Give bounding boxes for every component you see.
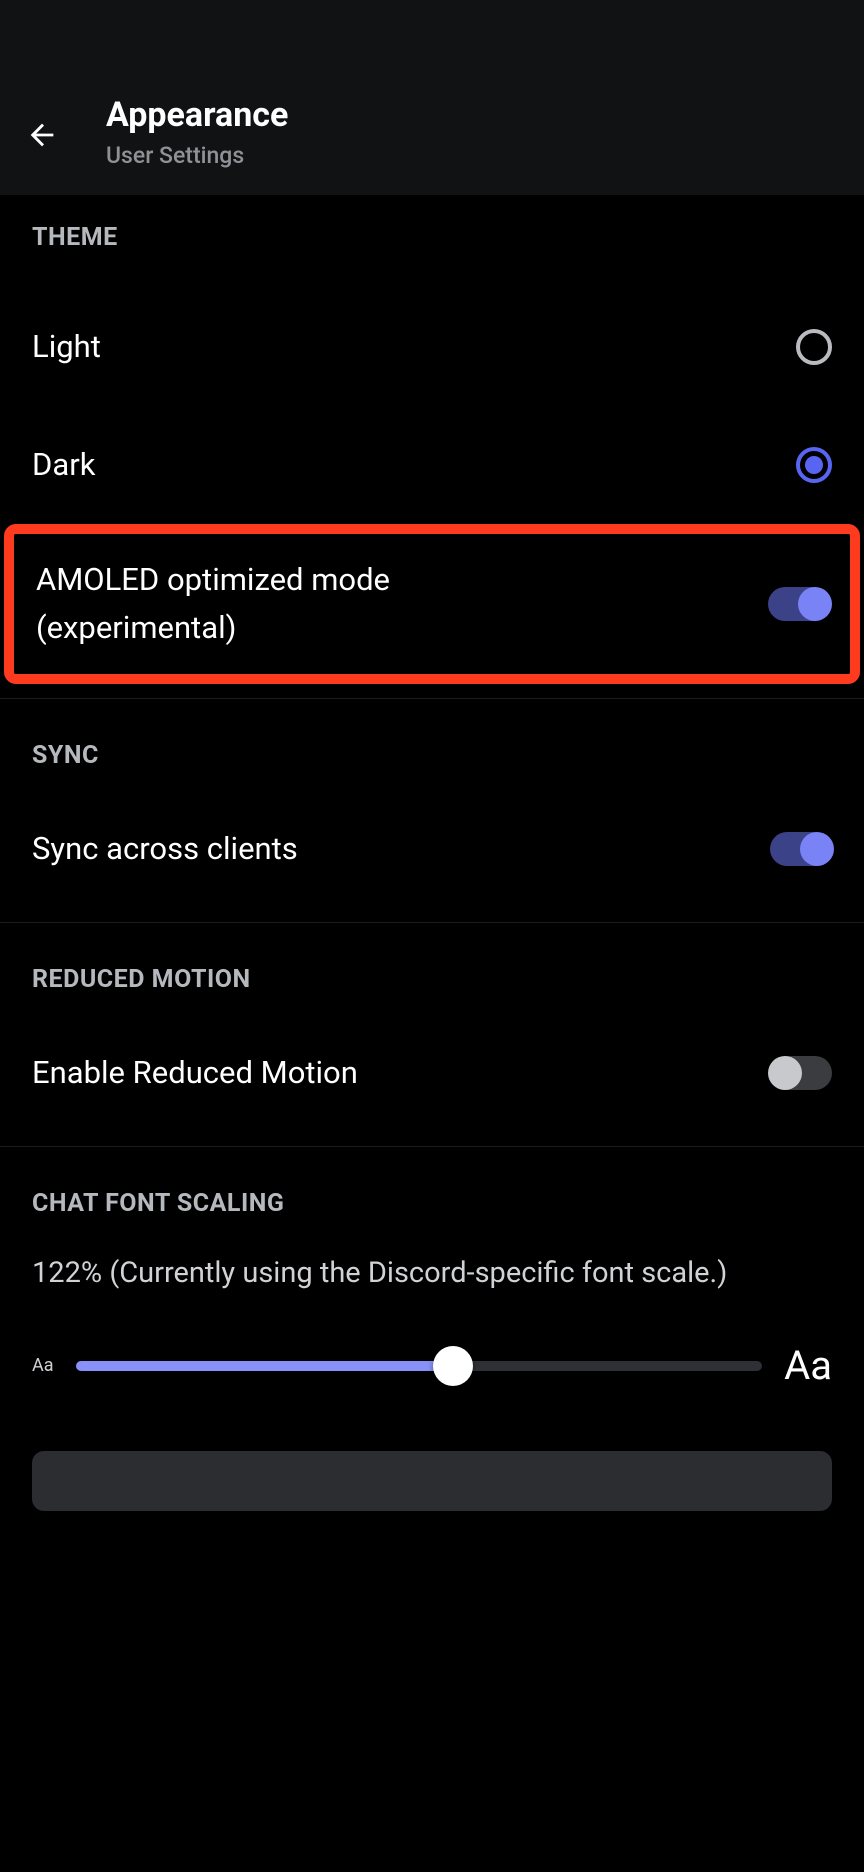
chat-preview-card bbox=[32, 1451, 832, 1511]
font-scaling-description: 122% (Currently using the Discord-specif… bbox=[0, 1218, 864, 1294]
font-scale-slider-row: Aa Aa bbox=[0, 1294, 864, 1389]
toggle-knob-icon bbox=[768, 1056, 802, 1090]
page-title: Appearance bbox=[106, 95, 288, 136]
toggle-knob-icon bbox=[798, 587, 832, 621]
slider-thumb-icon bbox=[433, 1346, 473, 1386]
font-scale-slider[interactable] bbox=[76, 1361, 763, 1371]
app-header: Appearance User Settings bbox=[0, 0, 864, 195]
section-font-scaling-header: CHAT FONT SCALING bbox=[0, 1147, 864, 1218]
reduced-motion-toggle[interactable] bbox=[770, 1056, 832, 1090]
section-sync-header: SYNC bbox=[0, 699, 864, 770]
theme-dark-label: Dark bbox=[32, 443, 95, 486]
sync-toggle[interactable] bbox=[770, 832, 832, 866]
amoled-toggle[interactable] bbox=[768, 587, 830, 621]
sync-across-clients-row[interactable]: Sync across clients bbox=[0, 790, 864, 908]
header-text: Appearance User Settings bbox=[106, 95, 288, 169]
theme-option-light[interactable]: Light bbox=[0, 288, 864, 406]
back-button[interactable] bbox=[20, 113, 64, 157]
section-reduced-motion-header: REDUCED MOTION bbox=[0, 923, 864, 994]
font-size-max-icon: Aa bbox=[784, 1342, 832, 1389]
font-size-min-icon: Aa bbox=[32, 1355, 54, 1376]
amoled-mode-row[interactable]: AMOLED optimized mode (experimental) bbox=[4, 524, 860, 684]
reduced-motion-label: Enable Reduced Motion bbox=[32, 1051, 358, 1094]
amoled-label: AMOLED optimized mode (experimental) bbox=[36, 556, 556, 652]
toggle-knob-icon bbox=[800, 832, 834, 866]
theme-option-dark[interactable]: Dark bbox=[0, 406, 864, 524]
radio-unselected-icon bbox=[796, 329, 832, 365]
theme-light-label: Light bbox=[32, 325, 101, 368]
arrow-left-icon bbox=[25, 118, 59, 152]
reduced-motion-row[interactable]: Enable Reduced Motion bbox=[0, 1014, 864, 1132]
section-theme-header: THEME bbox=[0, 195, 864, 252]
slider-fill bbox=[76, 1361, 454, 1371]
radio-selected-icon bbox=[796, 447, 832, 483]
page-subtitle: User Settings bbox=[106, 142, 288, 169]
sync-clients-label: Sync across clients bbox=[32, 827, 298, 870]
